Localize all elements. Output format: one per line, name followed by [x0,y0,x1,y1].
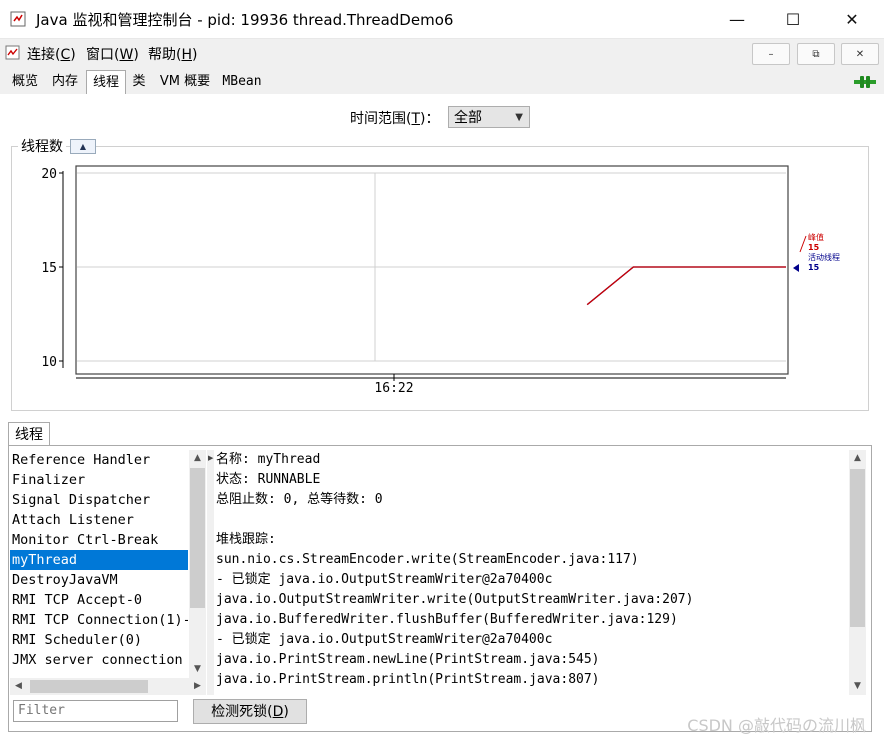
detail-line: - 已锁定 java.io.OutputStreamWriter@2a70400… [216,632,553,647]
thread-filter-input[interactable] [13,700,178,722]
scroll-down-icon[interactable]: ▼ [189,661,206,678]
detail-line: sun.nio.cs.StreamEncoder.write(StreamEnc… [216,552,639,567]
legend-live-value: 15 [808,263,820,272]
detail-line: java.io.BufferedWriter.flushBuffer(Buffe… [216,612,678,627]
thread-detail: 名称: myThread 状态: RUNNABLE 总阻止数: 0, 总等待数: 0… [216,450,848,695]
thread-list-item[interactable]: Monitor Ctrl-Break [10,530,188,550]
y-tick-label: 15 [41,261,57,276]
thread-list-item[interactable]: RMI TCP Connection(1)- [10,610,188,630]
legend-peak-label: 峰值 [808,232,824,242]
thread-list-hscroll-thumb[interactable] [30,680,148,693]
detail-line: java.io.PrintStream.newLine(PrintStream.… [216,652,600,667]
watermark: CSDN @敲代码の流川枫 [687,716,866,735]
scroll-up-icon[interactable]: ▲ [849,450,866,467]
thread-list-item[interactable]: JMX server connection [10,650,188,670]
detail-line: 总阻止数: 0, 总等待数: 0 [216,492,383,507]
splitter-arrow-icon[interactable]: ▶ [208,454,214,462]
legend-live-pointer [793,264,799,272]
detect-deadlock-button[interactable]: 检测死锁(D) [193,699,307,724]
thread-list-item[interactable]: RMI TCP Accept-0 [10,590,188,610]
scroll-down-icon[interactable]: ▼ [849,678,866,695]
y-axis: 10 15 20 [41,167,64,370]
thread-list-item[interactable]: myThread [10,550,188,570]
y-tick-label: 10 [41,355,57,370]
x-tick-label: 16:22 [374,381,413,396]
thread-list-vscroll-thumb[interactable] [190,468,205,608]
legend-peak-value: 15 [808,243,820,252]
scroll-left-icon[interactable]: ◀ [10,678,27,695]
detail-line: java.io.PrintStream.println(PrintStream.… [216,672,600,687]
detail-line: java.io.OutputStreamWriter.write(OutputS… [216,592,694,607]
thread-list-item[interactable]: DestroyJavaVM [10,570,188,590]
detail-line: 堆栈跟踪: [216,532,276,547]
thread-list-item[interactable]: Finalizer [10,470,188,490]
scroll-up-icon[interactable]: ▲ [189,450,206,467]
legend-peak-pointer [799,235,807,253]
scroll-right-icon[interactable]: ▶ [189,678,206,695]
detail-line: 名称: myThread [216,452,321,467]
thread-list-item[interactable]: RMI Scheduler(0) [10,630,188,650]
thread-list-item[interactable]: Reference Handler [10,450,188,470]
chart-legend: 峰值 15 活动线程 15 [793,232,840,272]
thread-list-item[interactable]: Attach Listener [10,510,188,530]
thread-list[interactable]: Reference Handler Finalizer Signal Dispatc… [10,450,188,678]
detail-line [216,510,848,530]
detail-line: 状态: RUNNABLE [216,472,321,487]
y-tick-label: 20 [41,167,57,182]
detail-vscroll-thumb[interactable] [850,469,865,627]
plot-area [75,165,789,375]
threads-list-tab[interactable]: 线程 [8,422,50,447]
thread-list-item[interactable]: Signal Dispatcher [10,490,188,510]
split-pane-divider[interactable]: ▶ [207,450,214,695]
thread-count-chart: 10 15 20 16:22 峰值 15 活动线程 15 [41,165,840,396]
legend-live-label: 活动线程 [808,252,840,262]
detail-line: - 已锁定 java.io.OutputStreamWriter@2a70400… [216,572,553,587]
